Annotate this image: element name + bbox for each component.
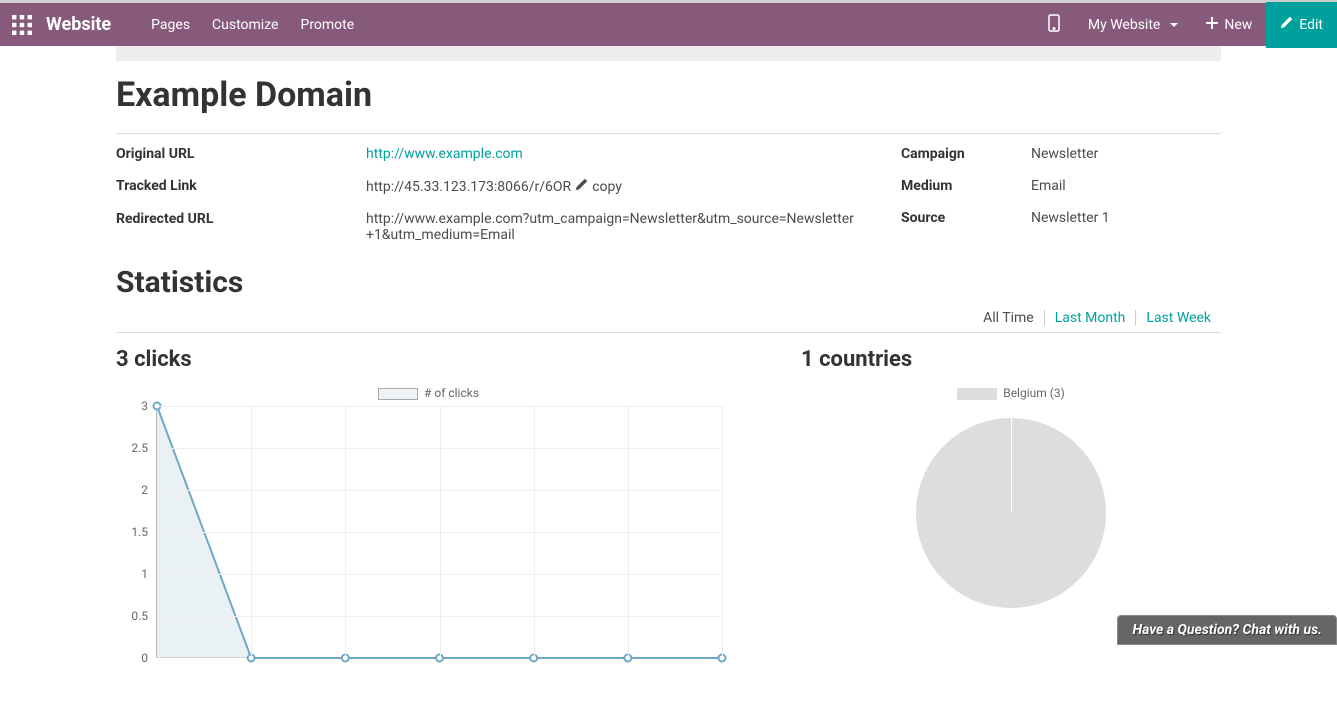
label-campaign: Campaign — [901, 146, 1031, 162]
details-left: Original URL http://www.example.com Trac… — [116, 146, 861, 259]
new-button[interactable]: New — [1192, 2, 1266, 48]
pencil-icon — [1280, 16, 1293, 33]
row-medium: Medium Email — [901, 178, 1221, 194]
range-tabs: All Time Last Month Last Week — [973, 310, 1221, 326]
chat-widget[interactable]: Have a Question? Chat with us. — [1117, 615, 1337, 645]
page-title: Example Domain — [116, 75, 1221, 115]
tracked-link-text: http://45.33.123.173:8066/r/6OR — [366, 179, 571, 195]
range-last-week[interactable]: Last Week — [1136, 310, 1221, 326]
nav-promote[interactable]: Promote — [300, 17, 354, 33]
countries-pie-chart — [916, 418, 1106, 608]
range-all-time[interactable]: All Time — [973, 310, 1045, 326]
apps-icon[interactable] — [12, 15, 32, 35]
value-redirected-url: http://www.example.com?utm_campaign=News… — [366, 211, 861, 243]
pie-legend: Belgium (3) — [957, 386, 1065, 400]
y-axis-ticks: 00.511.522.53 — [124, 404, 152, 659]
value-source: Newsletter 1 — [1031, 210, 1221, 226]
edit-label: Edit — [1299, 17, 1323, 33]
separator — [116, 133, 1221, 134]
plus-icon — [1206, 17, 1218, 33]
value-original-url: http://www.example.com — [366, 146, 861, 162]
line-legend: # of clicks — [116, 386, 741, 400]
pie-legend-swatch — [957, 388, 997, 400]
topbar-right: My Website New Edit — [1034, 2, 1337, 48]
edit-button[interactable]: Edit — [1266, 2, 1337, 48]
row-tracked-link: Tracked Link http://45.33.123.173:8066/r… — [116, 178, 861, 195]
label-original-url: Original URL — [116, 146, 366, 162]
row-source: Source Newsletter 1 — [901, 210, 1221, 226]
nav-customize[interactable]: Customize — [212, 17, 278, 33]
copy-button[interactable]: copy — [592, 179, 622, 195]
stats-heading: Statistics — [116, 265, 1221, 300]
main-container: Example Domain Original URL http://www.e… — [116, 46, 1221, 714]
row-campaign: Campaign Newsletter — [901, 146, 1221, 162]
plot-area — [156, 406, 721, 658]
line-legend-label: # of clicks — [424, 386, 479, 400]
row-original-url: Original URL http://www.example.com — [116, 146, 861, 162]
clicks-line-chart: 00.511.522.53 — [124, 404, 724, 674]
site-switcher-label: My Website — [1088, 17, 1160, 33]
pie-wrap: Belgium (3) — [801, 386, 1221, 608]
pencil-icon[interactable] — [575, 178, 588, 195]
nav-pages[interactable]: Pages — [151, 17, 190, 33]
breadcrumb-strip — [116, 46, 1221, 61]
link-details: Original URL http://www.example.com Trac… — [116, 146, 1221, 259]
countries-title: 1 countries — [801, 347, 1221, 372]
mobile-icon — [1048, 14, 1060, 36]
pie-legend-label: Belgium (3) — [1003, 386, 1065, 400]
site-switcher[interactable]: My Website — [1074, 2, 1192, 48]
details-right: Campaign Newsletter Medium Email Source … — [901, 146, 1221, 259]
brand[interactable]: Website — [46, 14, 111, 35]
value-tracked-link: http://45.33.123.173:8066/r/6OR copy — [366, 178, 861, 195]
range-last-month[interactable]: Last Month — [1045, 310, 1137, 326]
line-legend-swatch — [378, 388, 418, 400]
row-redirected-url: Redirected URL http://www.example.com?ut… — [116, 211, 861, 243]
original-url-link[interactable]: http://www.example.com — [366, 146, 523, 162]
value-campaign: Newsletter — [1031, 146, 1221, 162]
main-nav: Pages Customize Promote — [151, 17, 1034, 33]
label-tracked-link: Tracked Link — [116, 178, 366, 195]
topbar: Website Pages Customize Promote My Websi… — [0, 0, 1337, 46]
new-label: New — [1224, 17, 1252, 33]
stats-range-bar: All Time Last Month Last Week — [116, 310, 1221, 333]
mobile-preview-button[interactable] — [1034, 2, 1074, 48]
label-medium: Medium — [901, 178, 1031, 194]
label-redirected-url: Redirected URL — [116, 211, 366, 243]
clicks-title: 3 clicks — [116, 347, 741, 372]
clicks-chart-col: 3 clicks # of clicks 00.511.522.53 — [116, 347, 741, 674]
value-medium: Email — [1031, 178, 1221, 194]
charts-row: 3 clicks # of clicks 00.511.522.53 1 cou… — [116, 347, 1221, 674]
label-source: Source — [901, 210, 1031, 226]
